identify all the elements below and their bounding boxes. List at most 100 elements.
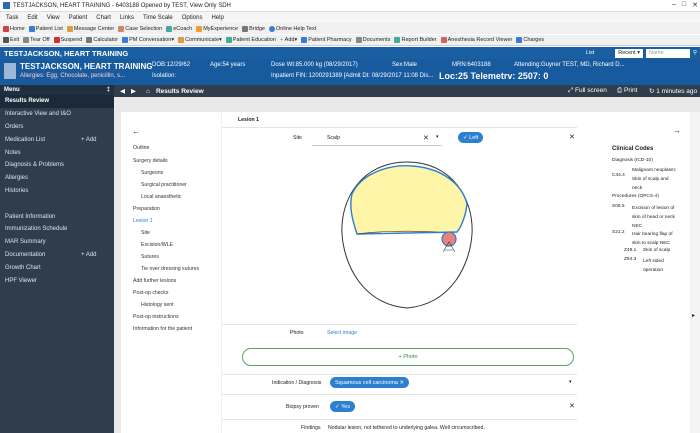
sidebar-item-documentation[interactable]: Documentation + Add <box>0 249 114 262</box>
forward-arrow-icon[interactable]: ▶ <box>131 87 136 95</box>
documentation-add-button[interactable]: + Add <box>81 252 97 258</box>
nav-add-further-lesions[interactable]: Add further lesions <box>133 278 176 284</box>
forward-arrow-icon[interactable]: → <box>673 126 681 135</box>
documents-button[interactable]: Documents <box>355 37 390 43</box>
pin-icon[interactable]: ‡ <box>107 87 110 93</box>
sidebar-item-orders[interactable]: Orders <box>0 121 114 134</box>
home-icon[interactable]: ⌂ <box>146 88 150 95</box>
close-icon[interactable]: ✕ <box>692 1 698 9</box>
nav-excision[interactable]: Excision/WLE <box>141 242 173 248</box>
sidebar-header-label: Menu <box>4 87 20 93</box>
case-selection-button[interactable]: Case Selection <box>118 25 162 32</box>
menu-links[interactable]: Links <box>120 15 134 21</box>
chevron-down-icon[interactable]: ▾ <box>436 134 439 140</box>
menu-options[interactable]: Options <box>182 15 203 21</box>
ecoach-button[interactable]: eCoach <box>166 25 192 32</box>
list-link[interactable]: List <box>586 50 595 56</box>
nav-local-anaesthetic[interactable]: Local anaesthetic <box>141 194 181 200</box>
nav-outline[interactable]: Outline <box>133 145 149 151</box>
bridge-button[interactable]: Bridge <box>242 25 265 32</box>
medication-add-button[interactable]: + Add <box>81 137 97 143</box>
sidebar-item-label: Histories <box>5 187 29 194</box>
sidebar-item-results-review[interactable]: Results Review <box>0 95 114 108</box>
nav-surgeons[interactable]: Surgeons <box>141 170 163 176</box>
vertical-scrollbar[interactable]: ▸ <box>690 112 700 433</box>
nav-post-op-checks[interactable]: Post-op checks <box>133 290 168 296</box>
nav-tie-over-dressing[interactable]: Tie over dressing sutures <box>141 266 199 272</box>
sidebar-item-notes[interactable]: Notes <box>0 146 114 159</box>
sidebar-item-allergies[interactable]: Allergies <box>0 172 114 185</box>
menu-chart[interactable]: Chart <box>96 15 111 21</box>
procedure-text: Hair bearing flap of skin to scalp NEC <box>632 232 673 246</box>
online-help-button[interactable]: Online Help Text <box>268 25 316 32</box>
clear-side-icon[interactable]: ✕ <box>569 133 575 141</box>
menu-time-scale[interactable]: Time Scale <box>143 15 173 21</box>
menu-help[interactable]: Help <box>211 15 223 21</box>
diagnosis-header: Diagnosis (ICD-10) <box>612 158 653 163</box>
nav-surgical-practitioner[interactable]: Surgical practitioner <box>141 182 187 188</box>
patient-education-button[interactable]: Patient Education <box>225 37 276 43</box>
name-search-input[interactable]: Name <box>645 48 690 58</box>
sidebar-item-mar-summary[interactable]: MAR Summary <box>0 236 114 249</box>
report-builder-button[interactable]: Report Builder <box>394 37 437 43</box>
communicate-icon <box>178 37 185 43</box>
exit-button[interactable]: Exit <box>3 37 19 43</box>
sidebar-item-immunization-schedule[interactable]: Immunization Schedule <box>0 223 114 236</box>
scroll-arrow-icon[interactable]: ▸ <box>692 312 695 319</box>
patient-list-button[interactable]: Patient List <box>28 25 63 32</box>
clear-icon[interactable]: ✕ <box>423 134 429 142</box>
anesthesia-record-viewer-button[interactable]: Anesthesia Record Viewer <box>440 37 512 43</box>
suspend-button[interactable]: Suspend <box>53 37 82 43</box>
refresh-button[interactable]: ↻ 1 minutes ago <box>649 87 697 95</box>
biopsy-chip[interactable]: ✓ Yes <box>330 401 356 412</box>
back-arrow-icon[interactable]: ← <box>132 127 140 136</box>
sidebar-item-label: Immunization Schedule <box>5 226 68 233</box>
sidebar-item-diagnosis-problems[interactable]: Diagnosis & Problems <box>0 159 114 172</box>
nav-histology-sent[interactable]: Histology sent <box>141 302 174 308</box>
nav-sutures[interactable]: Sutures <box>141 254 159 260</box>
tear-off-icon <box>23 37 30 43</box>
communicate-button[interactable]: Communicate ▾ <box>178 37 222 43</box>
clear-biopsy-icon[interactable]: ✕ <box>569 402 575 410</box>
select-image-link[interactable]: Select image <box>327 330 357 336</box>
add-button[interactable]: + Add ▾ <box>280 37 297 43</box>
print-button[interactable]: ⎙ Print <box>617 87 637 95</box>
sidebar-item-hpf-viewer[interactable]: HPF Viewer <box>0 274 114 287</box>
nav-patient-information[interactable]: Information for the patient <box>133 326 192 332</box>
nav-post-op-instructions[interactable]: Post-op instructions <box>133 314 179 320</box>
patient-pharmacy-button[interactable]: Patient Pharmacy <box>301 37 352 43</box>
chevron-down-icon[interactable]: ▾ <box>569 379 572 385</box>
sidebar-item-patient-information[interactable]: Patient Information <box>0 210 114 223</box>
sidebar-item-medication-list[interactable]: Medication List + Add <box>0 133 114 146</box>
sidebar-item-histories[interactable]: Histories <box>0 185 114 198</box>
sidebar-item-growth-chart[interactable]: Growth Chart <box>0 261 114 274</box>
sidebar-item-interactive-view[interactable]: Interactive View and I&O <box>0 108 114 121</box>
minimize-icon[interactable]: – <box>672 1 676 9</box>
tear-off-button[interactable]: Tear Off <box>23 37 50 43</box>
search-icon[interactable]: ⚲ <box>693 50 700 56</box>
home-button[interactable]: Home <box>3 25 25 32</box>
back-arrow-icon[interactable]: ◀ <box>120 87 125 95</box>
maximize-icon[interactable]: □ <box>682 1 686 9</box>
site-select[interactable]: Scalp ✕ ▾ <box>312 130 442 146</box>
nav-site[interactable]: Site <box>141 230 150 236</box>
indication-chip[interactable]: Squamous cell carcinoma ✕ <box>330 377 410 388</box>
charges-button[interactable]: Charges <box>516 37 544 43</box>
calculator-button[interactable]: Calculator <box>86 37 118 43</box>
myexperience-button[interactable]: MyExperience <box>196 25 238 32</box>
full-screen-button[interactable]: ⤢ Full screen <box>568 87 607 95</box>
add-photo-button[interactable]: + Photo <box>242 348 574 366</box>
side-chip[interactable]: ✓ Left <box>458 132 484 143</box>
recent-dropdown[interactable]: Recent ▾ <box>615 48 643 58</box>
pm-conversation-button[interactable]: PM Conversation ▾ <box>122 37 174 43</box>
menu-edit[interactable]: Edit <box>27 15 37 21</box>
remove-chip-icon[interactable]: ✕ <box>400 380 405 386</box>
message-center-button[interactable]: Message Center <box>66 25 114 32</box>
nav-surgery-details[interactable]: Surgery details <box>133 158 168 164</box>
nav-lesion-1[interactable]: Lesion 1 <box>133 218 153 224</box>
nav-preparation[interactable]: Preparation <box>133 206 160 212</box>
head-diagram[interactable] <box>332 154 482 314</box>
menu-task[interactable]: Task <box>6 15 18 21</box>
menu-patient[interactable]: Patient <box>69 15 88 21</box>
menu-view[interactable]: View <box>47 15 60 21</box>
